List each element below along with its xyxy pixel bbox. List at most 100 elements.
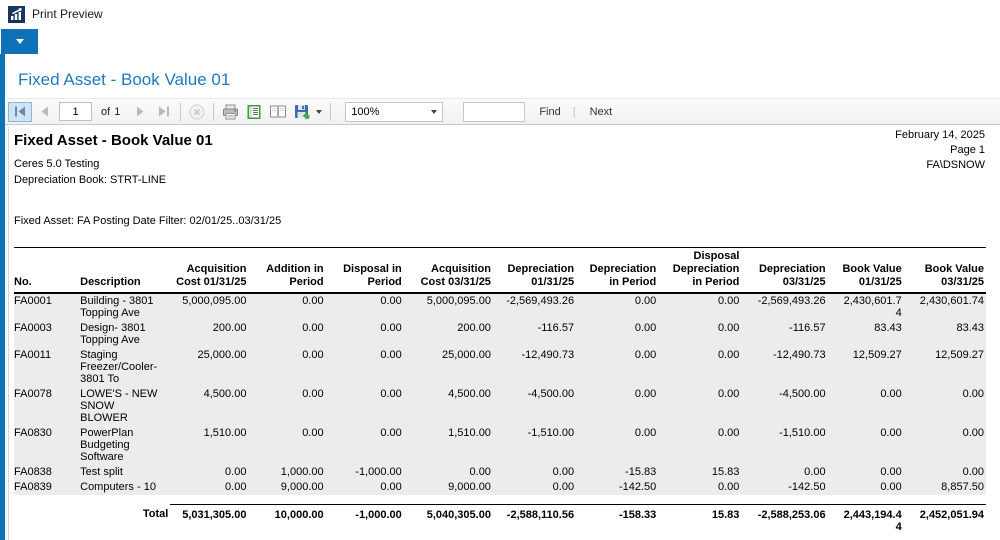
amount-cell: -15.83: [576, 465, 658, 480]
stop-rendering-button[interactable]: [185, 102, 209, 122]
table-row: FA0003Design- 3801 Topping Ave200.000.00…: [14, 321, 986, 348]
report-body: Fixed Asset - Book Value 01 Ceres 5.0 Te…: [0, 125, 1000, 535]
amount-cell: 0.00: [248, 293, 325, 321]
amount-cell: 25,000.00: [170, 348, 248, 387]
amount-cell: 0.00: [248, 321, 325, 348]
title-bar: Print Preview: [0, 0, 1000, 28]
amount-cell: 0.00: [658, 321, 741, 348]
column-header: Acquisition Cost 01/31/25: [170, 248, 248, 294]
amount-cell: -2,569,493.26: [493, 293, 576, 321]
page-setup-button[interactable]: [242, 102, 266, 122]
total-amount-cell: 2,452,051.94: [904, 504, 986, 535]
amount-cell: -116.57: [493, 321, 576, 348]
amount-cell: 8,857.50: [904, 480, 986, 495]
export-dropdown-caret-icon[interactable]: [316, 110, 322, 114]
print-button[interactable]: [218, 102, 242, 122]
amount-cell: 200.00: [404, 321, 493, 348]
asset-no-cell: FA0838: [14, 465, 80, 480]
report-table: No.DescriptionAcquisition Cost 01/31/25A…: [14, 247, 986, 535]
preview-toolbar: of 1: [0, 99, 1000, 125]
print-layout-button[interactable]: [266, 102, 290, 122]
description-cell: Test split: [80, 465, 170, 480]
zoom-caret-icon: [431, 110, 437, 114]
window-title: Print Preview: [32, 7, 103, 21]
amount-cell: 0.00: [326, 293, 404, 321]
description-cell: Building - 3801 Topping Ave: [80, 293, 170, 321]
amount-cell: 0.00: [326, 387, 404, 426]
first-page-button[interactable]: [8, 102, 32, 122]
amount-cell: -1,510.00: [493, 426, 576, 465]
last-page-button[interactable]: [152, 102, 176, 122]
amount-cell: -1,510.00: [741, 426, 827, 465]
save-export-icon: [294, 104, 311, 120]
amount-cell: 0.00: [658, 387, 741, 426]
description-cell: Design- 3801 Topping Ave: [80, 321, 170, 348]
amount-cell: -142.50: [576, 480, 658, 495]
table-row: FA0838Test split0.001,000.00-1,000.000.0…: [14, 465, 986, 480]
amount-cell: -4,500.00: [493, 387, 576, 426]
spacer-cell: [14, 495, 986, 504]
printer-icon: [222, 104, 239, 120]
amount-cell: 0.00: [576, 387, 658, 426]
find-next-button[interactable]: Next: [590, 106, 613, 118]
amount-cell: 2,430,601.7 4: [828, 293, 904, 321]
total-amount-cell: -2,588,110.56: [493, 504, 576, 535]
find-text-input[interactable]: [463, 102, 525, 122]
fa-posting-date-filter: Fixed Asset: FA Posting Date Filter: 02/…: [14, 215, 985, 227]
amount-cell: 0.00: [904, 387, 986, 426]
toolbar-separator: [180, 103, 181, 121]
amount-cell: -116.57: [741, 321, 827, 348]
asset-no-cell: FA0830: [14, 426, 80, 465]
amount-cell: 4,500.00: [170, 387, 248, 426]
stop-icon: [189, 104, 205, 120]
amount-cell: 0.00: [904, 465, 986, 480]
amount-cell: 5,000,095.00: [170, 293, 248, 321]
amount-cell: 5,000,095.00: [404, 293, 493, 321]
amount-cell: -4,500.00: [741, 387, 827, 426]
total-amount-cell: -2,588,253.06: [741, 504, 827, 535]
amount-cell: 2,430,601.74: [904, 293, 986, 321]
table-row: FA0001Building - 3801 Topping Ave5,000,0…: [14, 293, 986, 321]
find-button[interactable]: Find: [539, 106, 560, 118]
total-amount-cell: 2,443,194.4 4: [828, 504, 904, 535]
amount-cell: 9,000.00: [404, 480, 493, 495]
next-page-button[interactable]: [128, 102, 152, 122]
find-next-separator: |: [573, 106, 576, 118]
current-page-input[interactable]: [59, 102, 92, 121]
amount-cell: -1,000.00: [326, 465, 404, 480]
total-amount-cell: 15.83: [658, 504, 741, 535]
amount-cell: 0.00: [828, 426, 904, 465]
total-amount-cell: 10,000.00: [248, 504, 325, 535]
previous-page-button[interactable]: [32, 102, 56, 122]
column-header: Disposal Depreciation in Period: [658, 248, 741, 294]
amount-cell: -12,490.73: [493, 348, 576, 387]
amount-cell: 0.00: [904, 426, 986, 465]
zoom-select[interactable]: 100%: [345, 102, 443, 122]
amount-cell: -2,569,493.26: [741, 293, 827, 321]
report-header: Fixed Asset - Book Value 01 Ceres 5.0 Te…: [14, 130, 985, 188]
print-preview-window: Print Preview Fixed Asset - Book Value 0…: [0, 0, 1000, 540]
amount-cell: 0.00: [658, 480, 741, 495]
amount-cell: 0.00: [326, 348, 404, 387]
export-button[interactable]: [290, 102, 314, 122]
amount-cell: 0.00: [170, 465, 248, 480]
amount-cell: 0.00: [658, 426, 741, 465]
table-row: FA0830PowerPlan Budgeting Software1,510.…: [14, 426, 986, 465]
column-header: Description: [80, 248, 170, 294]
total-row: Total5,031,305.0010,000.00-1,000.005,040…: [14, 504, 986, 535]
spacer-row: [14, 495, 986, 504]
amount-cell: 12,509.27: [828, 348, 904, 387]
table-row: FA0011Staging Freezer/Cooler- 3801 To25,…: [14, 348, 986, 387]
depreciation-book-line: Depreciation Book: STRT-LINE: [14, 172, 213, 188]
column-header: Book Value 01/31/25: [828, 248, 904, 294]
amount-cell: 83.43: [904, 321, 986, 348]
description-cell: PowerPlan Budgeting Software: [80, 426, 170, 465]
last-page-icon: [158, 106, 170, 117]
report-page-number: Page 1: [895, 143, 985, 158]
zoom-value: 100%: [351, 106, 379, 118]
menu-dropdown-button[interactable]: [1, 29, 38, 54]
amount-cell: 0.00: [248, 426, 325, 465]
amount-cell: 200.00: [170, 321, 248, 348]
total-amount-cell: 5,040,305.00: [404, 504, 493, 535]
toolbar-separator: [330, 103, 331, 121]
